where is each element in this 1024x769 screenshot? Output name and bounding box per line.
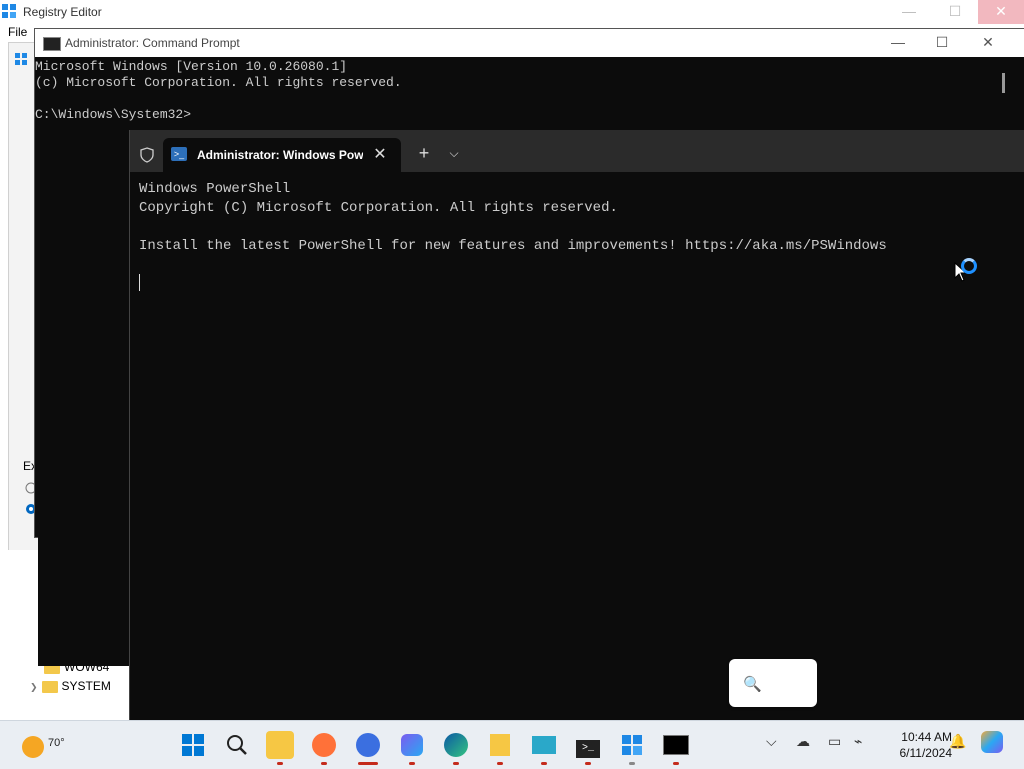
start-icon[interactable] — [179, 731, 207, 759]
onedrive-folder-icon[interactable] — [486, 731, 514, 759]
running-indicator — [629, 762, 635, 765]
tree-item-system[interactable]: ❯ SYSTEM — [30, 679, 111, 695]
text-cursor — [139, 274, 140, 291]
cmd-console-output[interactable]: Microsoft Windows [Version 10.0.26080.1]… — [35, 59, 402, 123]
regedit-close-button[interactable]: ✕ — [978, 0, 1024, 24]
admin-shield-icon — [140, 147, 154, 163]
file-explorer-icon[interactable] — [266, 731, 294, 759]
running-indicator — [497, 762, 503, 765]
ps-line: Copyright (C) Microsoft Corporation. All… — [139, 200, 618, 216]
folder-icon — [41, 680, 58, 693]
running-indicator — [358, 762, 378, 765]
clock-time: 10:44 AM — [901, 730, 952, 744]
weather-temp: 70° — [48, 737, 65, 749]
cmd-minimize-button[interactable]: — — [875, 29, 921, 57]
windows-terminal-window: >_ Administrator: Windows PowerShell ✕ +… — [129, 130, 1024, 720]
cmd-titlebar[interactable]: Administrator: Command Prompt — ☐ ✕ — [35, 29, 1024, 57]
cmd-maximize-button[interactable]: ☐ — [919, 29, 965, 57]
search-icon[interactable] — [223, 731, 251, 759]
cmd-prompt: C:\Windows\System32> — [35, 107, 192, 122]
copilot-app-icon[interactable] — [398, 731, 426, 759]
weather-widget[interactable]: 70° — [18, 731, 65, 761]
clock-date: 6/11/2024 — [899, 746, 953, 760]
running-indicator — [321, 762, 327, 765]
regedit-minimize-button[interactable]: — — [886, 0, 932, 24]
firefox-dev-icon[interactable] — [354, 731, 382, 759]
new-tab-button[interactable]: + — [413, 142, 435, 164]
tab-title: Administrator: Windows PowerShell — [197, 148, 363, 162]
taskbar: 70° >_ ⌵ ☁ ▭ ⌁ 10:44 AM 6/11/2024 🔔 — [0, 720, 1024, 769]
running-indicator — [585, 762, 591, 765]
powershell-icon: >_ — [171, 147, 187, 161]
notification-bell-icon[interactable]: 🔔 — [949, 733, 966, 750]
tab-powershell[interactable]: >_ Administrator: Windows PowerShell ✕ — [163, 138, 401, 172]
chevron-right-icon[interactable]: ❯ — [30, 682, 38, 692]
regedit-app-icon — [2, 4, 16, 18]
ps-line: Install the latest PowerShell for new fe… — [139, 238, 887, 254]
running-indicator — [277, 762, 283, 765]
regedit-tree-icon — [15, 53, 27, 65]
edge-icon[interactable] — [442, 731, 470, 759]
cmd-title: Administrator: Command Prompt — [65, 36, 240, 50]
cmd-line: ​ — [35, 91, 402, 107]
regedit-key-icon: 🔍 — [743, 676, 762, 693]
network-icon[interactable]: ⌁ — [854, 733, 862, 750]
system-clock[interactable]: 10:44 AM 6/11/2024 — [876, 729, 953, 761]
cmd-window-bottom — [38, 536, 130, 666]
taskbar-preview-card[interactable]: 🔍 — [729, 659, 817, 707]
running-indicator — [541, 762, 547, 765]
running-indicator — [453, 762, 459, 765]
firefox-icon[interactable] — [310, 731, 338, 759]
cmd-icon[interactable] — [662, 731, 690, 759]
cmd-icon — [43, 37, 61, 51]
regedit-maximize-button[interactable]: ☐ — [932, 0, 978, 24]
regedit-icon[interactable] — [618, 731, 646, 759]
regedit-title: Registry Editor — [23, 5, 102, 19]
regedit-titlebar[interactable]: Registry Editor — ☐ ✕ — [0, 0, 1024, 24]
terminal-tabstrip[interactable]: >_ Administrator: Windows PowerShell ✕ +… — [130, 130, 1024, 172]
cmd-line: (c) Microsoft Corporation. All rights re… — [35, 75, 402, 90]
tab-close-icon[interactable]: ✕ — [368, 144, 392, 166]
ps-line: Windows PowerShell — [139, 181, 291, 197]
terminal-icon[interactable]: >_ — [574, 731, 602, 759]
ps-line: ​ — [139, 218, 887, 237]
display-icon[interactable]: ▭ — [828, 733, 841, 750]
menu-file[interactable]: File — [8, 25, 27, 39]
cmd-scrollbar[interactable] — [1002, 73, 1005, 93]
chevron-up-icon[interactable]: ⌵ — [766, 733, 777, 750]
running-indicator — [409, 762, 415, 765]
cmd-line: Microsoft Windows [Version 10.0.26080.1] — [35, 59, 348, 74]
chevron-down-icon[interactable]: ⌵ — [443, 142, 465, 164]
running-indicator — [673, 762, 679, 765]
busy-spinner-icon — [961, 258, 977, 274]
terminal-console-output[interactable]: Windows PowerShell Copyright (C) Microsof… — [139, 180, 887, 256]
cloud-offline-icon[interactable]: ☁ — [796, 733, 810, 750]
copilot-icon[interactable] — [981, 731, 1003, 756]
weather-sun-icon — [22, 736, 44, 758]
remote-desktop-icon[interactable] — [530, 731, 558, 759]
cmd-close-button[interactable]: ✕ — [965, 29, 1011, 57]
